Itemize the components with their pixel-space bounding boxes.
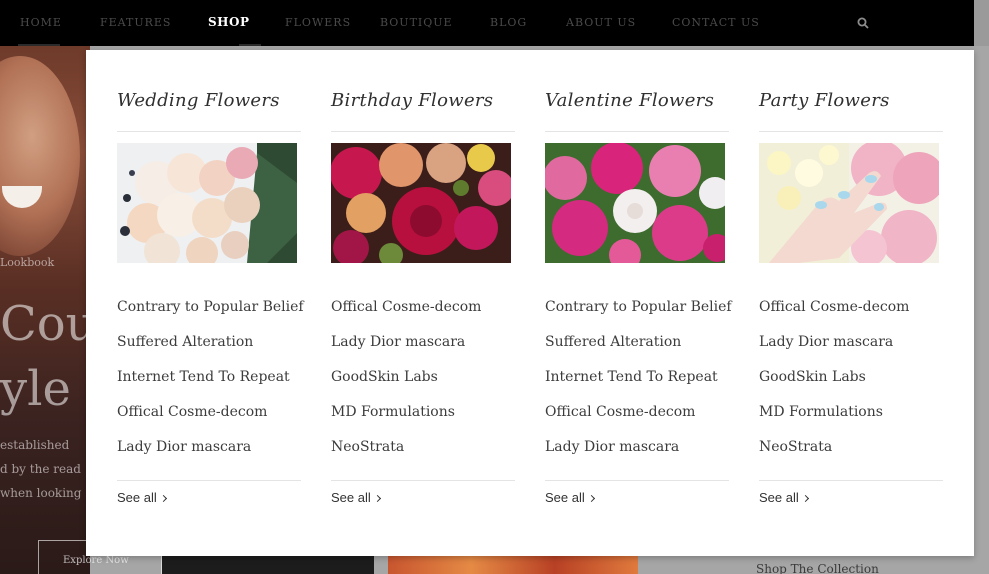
see-all-label: See all <box>759 490 799 505</box>
hero-body-line-2: d by the read <box>0 462 81 476</box>
menu-link[interactable]: Lady Dior mascara <box>759 334 893 350</box>
nav-item-features[interactable]: Features <box>100 16 171 29</box>
nav-item-home[interactable]: Home <box>20 16 62 29</box>
wedding-flowers-image[interactable] <box>117 143 297 263</box>
see-all-link[interactable]: See all <box>331 490 381 505</box>
chevron-right-icon <box>587 494 595 503</box>
divider <box>545 480 729 481</box>
menu-link[interactable]: Lady Dior mascara <box>117 439 251 455</box>
menu-link[interactable]: GoodSkin Labs <box>759 369 866 385</box>
party-flowers-image[interactable] <box>759 143 939 263</box>
see-all-link[interactable]: See all <box>545 490 595 505</box>
nav-indicator <box>18 44 60 46</box>
divider <box>331 131 515 132</box>
menu-link[interactable]: Lady Dior mascara <box>545 439 679 455</box>
menu-link[interactable]: Internet Tend To Repeat <box>117 369 290 385</box>
column-title[interactable]: Party Flowers <box>759 90 890 111</box>
menu-link[interactable]: NeoStrata <box>331 439 404 455</box>
see-all-label: See all <box>117 490 157 505</box>
birthday-flowers-image[interactable] <box>331 143 511 263</box>
menu-link[interactable]: Offical Cosme-decom <box>117 404 267 420</box>
menu-link[interactable]: Offical Cosme-decom <box>331 299 481 315</box>
menu-link[interactable]: Offical Cosme-decom <box>759 299 909 315</box>
nav-item-contact-us[interactable]: Contact Us <box>672 16 760 29</box>
shop-collection-link[interactable]: Shop The Collection <box>756 562 879 574</box>
menu-link[interactable]: Contrary to Popular Belief <box>117 299 304 315</box>
menu-link[interactable]: Suffered Alteration <box>545 334 681 350</box>
menu-link[interactable]: GoodSkin Labs <box>331 369 438 385</box>
divider <box>759 480 943 481</box>
hero-heading-line-1: Cou <box>0 296 97 352</box>
divider <box>759 131 943 132</box>
hero-body-line-3: when looking <box>0 486 82 500</box>
nav-item-shop[interactable]: Shop <box>208 15 249 29</box>
menu-link[interactable]: MD Formulations <box>759 404 883 420</box>
see-all-label: See all <box>545 490 585 505</box>
top-navigation: Home Features Shop Flowers Boutique Blog… <box>0 0 974 46</box>
hero-eyebrow: Lookbook <box>0 256 55 269</box>
menu-link[interactable]: Lady Dior mascara <box>331 334 465 350</box>
divider <box>545 131 729 132</box>
chevron-right-icon <box>373 494 381 503</box>
column-title[interactable]: Wedding Flowers <box>117 90 280 111</box>
divider <box>331 480 515 481</box>
shop-mega-menu: Wedding Flowers Contrary to Popular Beli… <box>86 50 974 556</box>
menu-link[interactable]: Internet Tend To Repeat <box>545 369 718 385</box>
see-all-link[interactable]: See all <box>117 490 167 505</box>
see-all-label: See all <box>331 490 371 505</box>
chevron-right-icon <box>159 494 167 503</box>
menu-link[interactable]: Offical Cosme-decom <box>545 404 695 420</box>
column-title[interactable]: Birthday Flowers <box>331 90 493 111</box>
menu-link[interactable]: NeoStrata <box>759 439 832 455</box>
hero-banner: Lookbook Cou yle F established d by the … <box>0 46 119 574</box>
hero-body-line-1: established <box>0 438 70 452</box>
nav-item-flowers[interactable]: Flowers <box>285 16 351 29</box>
divider <box>117 131 301 132</box>
menu-link[interactable]: Contrary to Popular Belief <box>545 299 732 315</box>
nav-item-blog[interactable]: Blog <box>490 16 527 29</box>
search-icon[interactable] <box>857 17 869 29</box>
menu-link[interactable]: Suffered Alteration <box>117 334 253 350</box>
chevron-right-icon <box>801 494 809 503</box>
nav-item-about-us[interactable]: About Us <box>566 16 636 29</box>
see-all-link[interactable]: See all <box>759 490 809 505</box>
divider <box>117 480 301 481</box>
column-title[interactable]: Valentine Flowers <box>545 90 714 111</box>
valentine-flowers-image[interactable] <box>545 143 725 263</box>
menu-link[interactable]: MD Formulations <box>331 404 455 420</box>
hero-model-photo <box>0 56 80 256</box>
nav-item-boutique[interactable]: Boutique <box>380 16 453 29</box>
nav-indicator <box>239 44 261 46</box>
